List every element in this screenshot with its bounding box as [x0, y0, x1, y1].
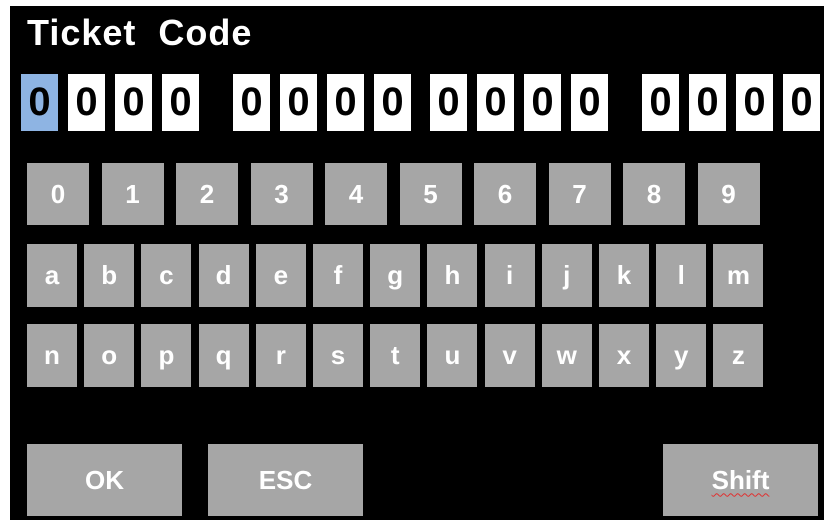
code-digit-box[interactable]: 0: [115, 74, 152, 131]
key-h[interactable]: h: [427, 244, 478, 307]
key-a[interactable]: a: [27, 244, 77, 307]
key-c[interactable]: c: [141, 244, 192, 307]
key-s[interactable]: s: [313, 324, 363, 387]
ok-button-label: OK: [85, 464, 124, 495]
key-2[interactable]: 2: [176, 163, 238, 225]
key-r[interactable]: r: [255, 324, 306, 387]
code-digit-box[interactable]: 0: [571, 74, 608, 131]
key-u[interactable]: u: [427, 324, 478, 387]
key-k[interactable]: k: [599, 244, 649, 307]
esc-button-label: ESC: [258, 464, 313, 495]
key-d[interactable]: d: [198, 244, 249, 307]
key-9[interactable]: 9: [697, 163, 760, 225]
esc-button[interactable]: ESC: [208, 444, 363, 516]
code-digit-box[interactable]: 0: [430, 74, 467, 131]
code-digit-box[interactable]: 0: [280, 74, 317, 131]
key-g[interactable]: g: [370, 244, 421, 307]
page-title: Ticket Code: [27, 12, 253, 53]
key-z[interactable]: z: [713, 324, 764, 387]
code-digit-box[interactable]: 0: [689, 74, 726, 131]
key-p[interactable]: p: [141, 324, 192, 387]
key-4[interactable]: 4: [325, 163, 387, 225]
code-digit-box[interactable]: 0: [21, 74, 58, 131]
key-8[interactable]: 8: [623, 163, 685, 225]
shift-button[interactable]: Shift: [663, 444, 818, 516]
code-digit-box[interactable]: 0: [233, 74, 270, 131]
key-1[interactable]: 1: [101, 163, 164, 225]
key-6[interactable]: 6: [474, 163, 536, 225]
key-j[interactable]: j: [541, 244, 592, 307]
key-l[interactable]: l: [656, 244, 707, 307]
key-5[interactable]: 5: [399, 163, 462, 225]
code-digit-box[interactable]: 0: [642, 74, 679, 131]
code-digit-box[interactable]: 0: [68, 74, 105, 131]
key-t[interactable]: t: [370, 324, 421, 387]
key-f[interactable]: f: [313, 244, 363, 307]
shift-button-label: Shift: [711, 464, 770, 495]
key-v[interactable]: v: [484, 324, 535, 387]
key-x[interactable]: x: [599, 324, 649, 387]
key-3[interactable]: 3: [250, 163, 313, 225]
key-b[interactable]: b: [84, 244, 135, 307]
key-7[interactable]: 7: [548, 163, 611, 225]
code-digit-box[interactable]: 0: [783, 74, 820, 131]
code-digit-box[interactable]: 0: [736, 74, 773, 131]
key-q[interactable]: q: [198, 324, 249, 387]
key-m[interactable]: m: [713, 244, 764, 307]
key-i[interactable]: i: [484, 244, 535, 307]
key-0[interactable]: 0: [27, 163, 89, 225]
key-o[interactable]: o: [84, 324, 135, 387]
key-w[interactable]: w: [541, 324, 592, 387]
code-digit-box[interactable]: 0: [162, 74, 199, 131]
code-digit-box[interactable]: 0: [327, 74, 364, 131]
code-digit-box[interactable]: 0: [477, 74, 514, 131]
ok-button[interactable]: OK: [27, 444, 182, 516]
code-digit-box[interactable]: 0: [524, 74, 561, 131]
key-y[interactable]: y: [656, 324, 707, 387]
key-n[interactable]: n: [27, 324, 77, 387]
code-digit-box[interactable]: 0: [374, 74, 411, 131]
key-e[interactable]: e: [255, 244, 306, 307]
